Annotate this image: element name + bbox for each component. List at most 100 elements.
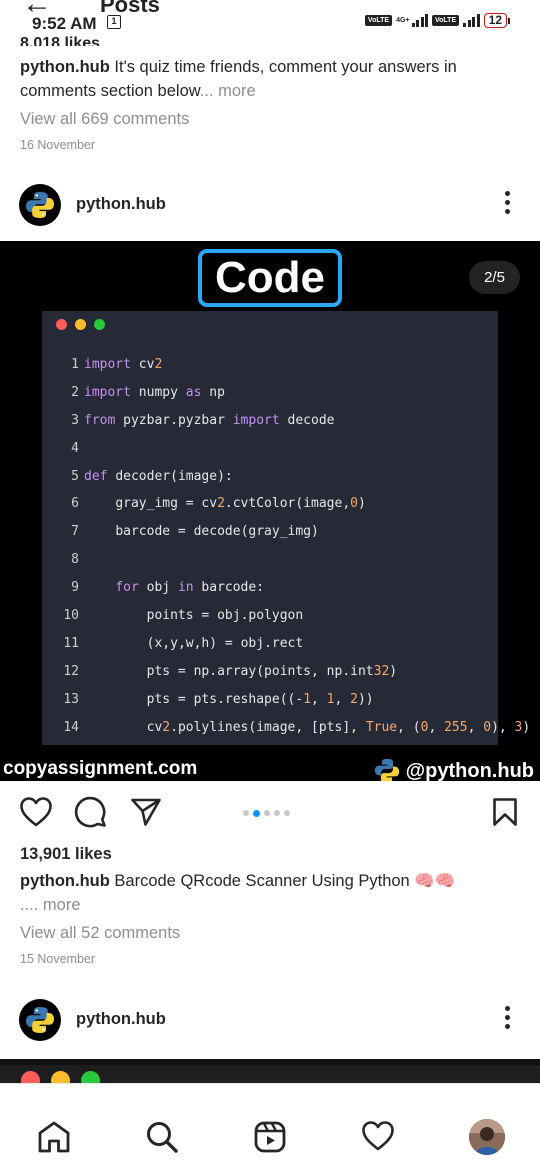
- next-post-image[interactable]: [0, 1059, 540, 1083]
- line-number: 2: [71, 384, 79, 400]
- code-line: 2 import numpy as np: [42, 379, 498, 407]
- prev-post-more-link[interactable]: ... more: [200, 82, 256, 100]
- code-text: barcode = decode(gray_img): [115, 524, 319, 540]
- view-comments-link[interactable]: View all 52 comments: [20, 924, 180, 943]
- next-post-more-options-icon[interactable]: [504, 1006, 510, 1032]
- code-line: 14 cv2.polylines(image, [pts], True, (0,…: [42, 714, 530, 742]
- code-text: def decoder(image):: [84, 468, 233, 484]
- code-text: import numpy as np: [84, 384, 225, 400]
- post-image[interactable]: Code 2/5 1 import cv2 2 import numpy as np 3…: [0, 241, 540, 781]
- code-line: 12 pts = np.array(points, np.int32): [42, 658, 498, 686]
- reels-icon[interactable]: [253, 1120, 287, 1154]
- code-line: 6 gray_img = cv2.cvtColor(image,0): [42, 490, 498, 518]
- prev-post-caption-username[interactable]: python.hub: [20, 58, 110, 76]
- activity-heart-icon[interactable]: [361, 1120, 395, 1152]
- like-heart-icon[interactable]: [19, 796, 53, 828]
- comment-icon[interactable]: [74, 796, 108, 830]
- post-actions: [0, 790, 540, 836]
- watermark-right: @python.hub: [372, 756, 534, 781]
- carousel-counter: 2/5: [469, 261, 520, 294]
- code-line: 8: [42, 546, 498, 574]
- python-logo-icon: [374, 758, 399, 781]
- python-logo-icon: [26, 192, 54, 218]
- code-line: 1 import cv2: [42, 351, 498, 379]
- signal-icon: [411, 14, 428, 27]
- line-number: 12: [63, 663, 79, 679]
- line-number: 7: [71, 524, 79, 540]
- next-post-username[interactable]: python.hub: [76, 1010, 166, 1029]
- carousel-dot: [284, 810, 290, 816]
- line-number: 6: [71, 496, 79, 512]
- more-options-icon[interactable]: [504, 191, 510, 217]
- python-logo-icon: [26, 1007, 54, 1033]
- code-line: 9 for obj in barcode:: [42, 574, 498, 602]
- code-text: import cv2: [84, 357, 163, 372]
- post-username[interactable]: python.hub: [76, 195, 166, 214]
- next-window-minimize-dot: [51, 1071, 70, 1083]
- code-text: points = obj.polygon: [146, 608, 304, 624]
- window-minimize-dot: [75, 319, 86, 330]
- home-icon[interactable]: [37, 1120, 71, 1154]
- code-line: 13 pts = pts.reshape((-1, 1, 2)): [42, 686, 498, 714]
- search-icon[interactable]: [145, 1120, 179, 1154]
- prev-post-comments-link[interactable]: View all 669 comments: [20, 110, 189, 129]
- code-line: 5 def decoder(image):: [42, 463, 498, 491]
- code-block: 1 import cv2 2 import numpy as np 3 from pyzb…: [42, 351, 530, 742]
- code-text: cv2.polylines(image, [pts], True, (0, 25…: [84, 719, 531, 735]
- next-window-maximize-dot: [81, 1071, 100, 1083]
- carousel-dot: [243, 810, 249, 816]
- back-arrow-icon[interactable]: ←: [22, 0, 52, 19]
- code-line: 10 points = obj.polygon: [42, 602, 498, 630]
- battery-tip: [508, 17, 510, 24]
- caption-username[interactable]: python.hub: [20, 872, 110, 890]
- volte-icon: VoLTE: [364, 15, 393, 26]
- code-text: from pyzbar.pyzbar import decode: [84, 412, 335, 428]
- next-window-close-dot: [21, 1071, 40, 1083]
- watermark-left: copyassignment.com: [3, 758, 198, 779]
- code-line: 4: [42, 435, 498, 463]
- volte-icon-2: VoLTE: [432, 15, 460, 26]
- code-text: pts = pts.reshape((-1, 1, 2)): [146, 691, 374, 707]
- line-number: 9: [71, 580, 79, 596]
- code-badge: Code: [198, 249, 342, 307]
- window-close-dot: [56, 319, 67, 330]
- prev-post-caption: python.hub It's quiz time friends, comme…: [20, 55, 520, 103]
- caption-text: Barcode QRcode Scanner Using Python 🧠🧠: [114, 872, 456, 890]
- code-text: (x,y,w,h) = obj.rect: [84, 635, 304, 651]
- prev-post-date: 16 November: [20, 138, 96, 152]
- likes-count[interactable]: 13,901 likes: [20, 845, 112, 864]
- carousel-dot: [264, 810, 270, 816]
- save-bookmark-icon[interactable]: [492, 797, 518, 827]
- next-post-header: python.hub: [0, 995, 540, 1045]
- more-link[interactable]: .... more: [20, 896, 81, 914]
- post-caption: python.hub Barcode QRcode Scanner Using …: [20, 869, 520, 917]
- carousel-indicator: [243, 809, 290, 817]
- network-type: 4G+: [396, 17, 410, 24]
- page-title: Posts: [100, 0, 160, 17]
- line-number: 13: [63, 691, 79, 707]
- code-text: pts = np.array(points, np.int32): [146, 663, 398, 679]
- carousel-dot: [274, 810, 280, 816]
- next-post-avatar[interactable]: [19, 999, 61, 1041]
- code-line: 11 (x,y,w,h) = obj.rect: [42, 630, 498, 658]
- battery-icon: 12: [483, 13, 507, 28]
- line-number: 5: [71, 468, 79, 484]
- carousel-dot: [253, 809, 260, 817]
- line-number: 3: [71, 412, 79, 428]
- profile-photo: [469, 1119, 505, 1155]
- share-send-icon[interactable]: [130, 797, 162, 827]
- code-window: 1 import cv2 2 import numpy as np 3 from pyzb…: [42, 311, 530, 745]
- profile-avatar[interactable]: [469, 1119, 505, 1155]
- bottom-nav: [0, 1083, 540, 1170]
- code-line: 3 from pyzbar.pyzbar import decode: [42, 407, 498, 435]
- line-number: 10: [63, 608, 79, 624]
- status-icons: VoLTE 4G+ VoLTE 12: [364, 13, 510, 28]
- line-number: 4: [71, 440, 79, 456]
- avatar[interactable]: [19, 184, 61, 226]
- code-line: 7 barcode = decode(gray_img): [42, 518, 498, 546]
- watermark-right-text: @python.hub: [405, 759, 534, 782]
- line-number: 1: [71, 357, 79, 372]
- signal-icon-2: [463, 14, 480, 27]
- post-date: 15 November: [20, 952, 96, 966]
- line-number: 11: [63, 635, 79, 651]
